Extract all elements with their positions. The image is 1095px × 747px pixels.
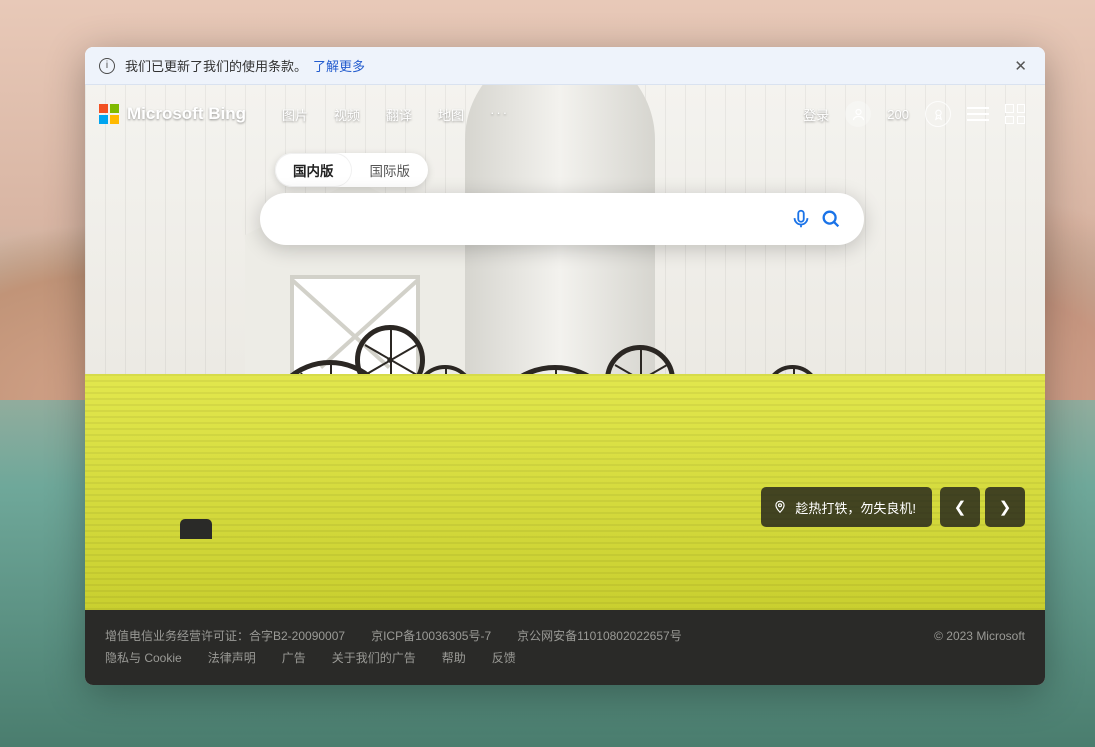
terms-notice-bar: i 我们已更新了我们的使用条款。 了解更多 ✕ xyxy=(85,47,1045,85)
hamburger-menu-icon[interactable] xyxy=(967,107,989,121)
wallpaper-nav: ❮ ❯ xyxy=(940,487,1025,527)
footer-privacy[interactable]: 隐私与 Cookie xyxy=(105,649,182,666)
next-image-button[interactable]: ❯ xyxy=(985,487,1025,527)
nav-videos[interactable]: 视频 xyxy=(334,105,360,124)
rewards-icon[interactable] xyxy=(925,101,951,127)
notice-close-button[interactable]: ✕ xyxy=(1010,53,1031,79)
microsoft-logo-icon xyxy=(99,104,119,124)
image-caption-button[interactable]: 趁热打铁，勿失良机! xyxy=(761,487,932,527)
search-scope-toggle: 国内版 国际版 xyxy=(275,153,428,187)
footer-about-ads[interactable]: 关于我们的广告 xyxy=(332,649,416,666)
footer-ads[interactable]: 广告 xyxy=(282,649,306,666)
search-input[interactable] xyxy=(284,210,786,228)
logo-text: Microsoft Bing xyxy=(127,104,246,124)
notice-text: 我们已更新了我们的使用条款。 xyxy=(125,56,307,75)
scope-domestic[interactable]: 国内版 xyxy=(275,153,352,187)
hero-image-area: Microsoft Bing 图片 视频 翻译 地图 ··· 登录 200 xyxy=(85,85,1045,610)
bing-logo[interactable]: Microsoft Bing xyxy=(99,104,246,124)
nav-maps[interactable]: 地图 xyxy=(438,105,464,124)
footer-copyright: © 2023 Microsoft xyxy=(934,629,1025,643)
nav-translate[interactable]: 翻译 xyxy=(386,105,412,124)
scope-international[interactable]: 国际版 xyxy=(352,153,429,187)
top-nav: Microsoft Bing 图片 视频 翻译 地图 ··· 登录 200 xyxy=(85,85,1045,143)
bottom-chip[interactable] xyxy=(180,519,212,539)
footer-help[interactable]: 帮助 xyxy=(442,649,466,666)
rewards-points[interactable]: 200 xyxy=(887,107,909,122)
nav-images[interactable]: 图片 xyxy=(282,105,308,124)
qr-code-icon[interactable] xyxy=(1005,104,1025,124)
nav-links: 图片 视频 翻译 地图 ··· xyxy=(282,105,509,124)
footer-license[interactable]: 增值电信业务经营许可证：合字B2-20090007 xyxy=(105,627,345,644)
prev-image-button[interactable]: ❮ xyxy=(940,487,980,527)
browser-window: i 我们已更新了我们的使用条款。 了解更多 ✕ Microsoft Bing 图… xyxy=(85,47,1045,685)
footer-legal[interactable]: 法律声明 xyxy=(208,649,256,666)
footer-police[interactable]: 京公网安备11010802022657号 xyxy=(517,627,682,644)
footer: 增值电信业务经营许可证：合字B2-20090007 京ICP备10036305号… xyxy=(85,610,1045,685)
info-icon: i xyxy=(99,58,115,74)
footer-feedback[interactable]: 反馈 xyxy=(492,649,516,666)
nav-more[interactable]: ··· xyxy=(490,105,509,124)
location-icon xyxy=(773,500,787,514)
caption-text: 趁热打铁，勿失良机! xyxy=(795,498,916,517)
footer-icp[interactable]: 京ICP备10036305号-7 xyxy=(371,627,491,644)
avatar-icon[interactable] xyxy=(845,101,871,127)
notice-learn-more-link[interactable]: 了解更多 xyxy=(313,56,365,75)
signin-link[interactable]: 登录 xyxy=(803,105,829,124)
search-icon[interactable] xyxy=(816,208,846,230)
voice-search-icon[interactable] xyxy=(786,208,816,230)
search-bar xyxy=(260,193,864,245)
